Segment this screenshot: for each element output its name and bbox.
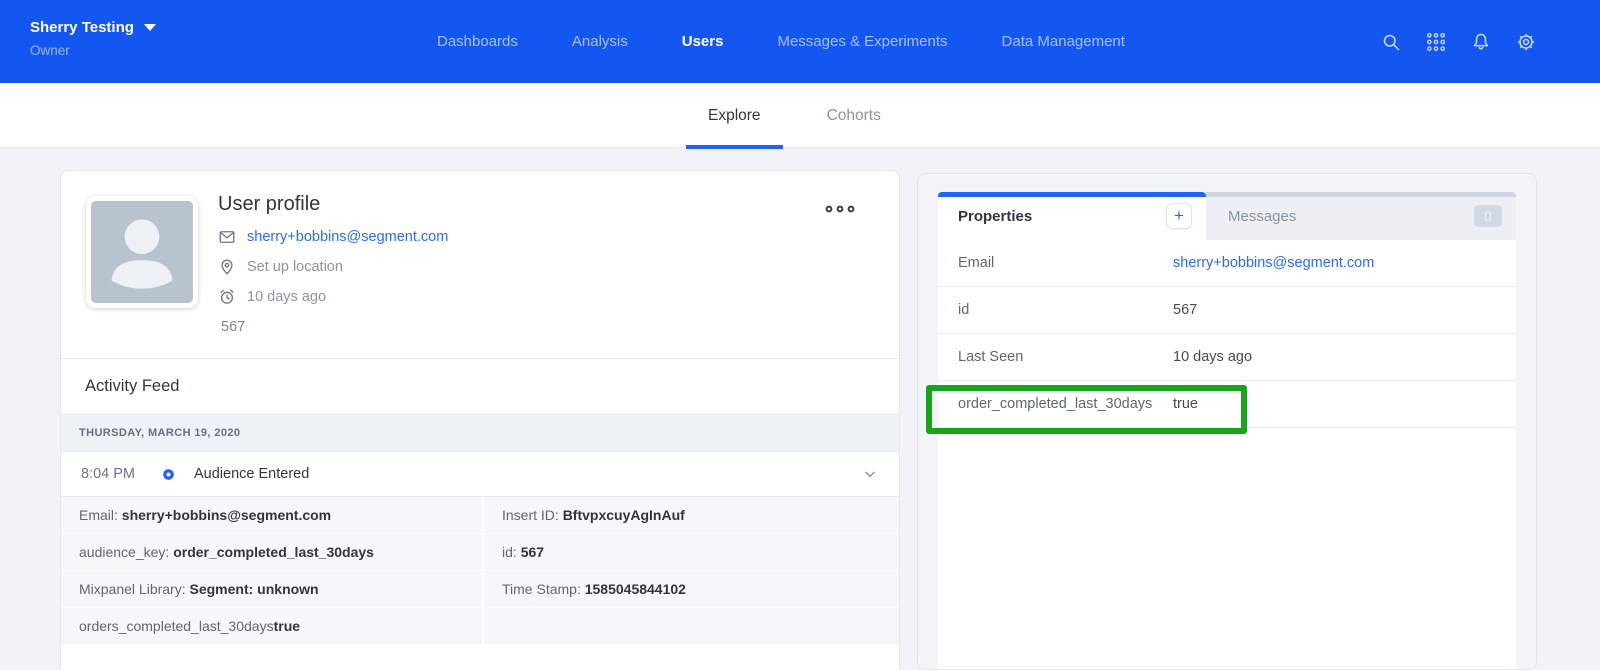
nav-item-users[interactable]: Users <box>682 33 724 50</box>
event-detail-timestamp: Time Stamp: 1585045844102 <box>484 571 899 607</box>
activity-feed-header: Activity Feed <box>61 359 899 415</box>
inactive-tab-top-bar <box>1206 192 1516 197</box>
apps-grid-icon[interactable] <box>1426 32 1446 52</box>
messages-count-badge: 0 <box>1474 205 1502 227</box>
nav-icon-group <box>1381 0 1536 83</box>
property-label: Email <box>938 255 1173 271</box>
properties-panel: Properties + Messages 0 Email sherry+bob… <box>917 173 1537 670</box>
event-detail-email: Email: sherry+bobbins@segment.com <box>61 497 482 533</box>
secondary-tab-bar: Explore Cohorts <box>0 83 1600 148</box>
nav-item-dashboards[interactable]: Dashboards <box>437 33 518 50</box>
tab-properties[interactable]: Properties + <box>938 192 1206 240</box>
nav-item-analysis[interactable]: Analysis <box>572 33 628 50</box>
nav-item-messages-experiments[interactable]: Messages & Experiments <box>777 33 947 50</box>
property-label: order_completed_last_30days <box>938 396 1173 412</box>
profile-header-section: User profile sherry+bobbins@segment.com <box>61 171 899 359</box>
event-detail-audience-key: audience_key: order_completed_last_30day… <box>61 534 482 570</box>
set-up-location-link[interactable]: Set up location <box>247 259 343 275</box>
event-detail-orders-completed: orders_completed_last_30daystrue <box>61 608 482 644</box>
property-row-last-seen: Last Seen 10 days ago <box>938 334 1516 381</box>
property-row-email: Email sherry+bobbins@segment.com <box>938 240 1516 287</box>
settings-gear-icon[interactable] <box>1516 32 1536 52</box>
profile-location-row: Set up location <box>218 258 448 276</box>
property-row-order-completed: order_completed_last_30days true <box>938 381 1516 428</box>
tab-messages[interactable]: Messages 0 <box>1206 192 1516 240</box>
user-profile-card: User profile sherry+bobbins@segment.com <box>60 170 900 670</box>
active-tab-underline <box>686 145 783 149</box>
avatar <box>86 196 198 308</box>
properties-table: Email sherry+bobbins@segment.com id 567 … <box>938 240 1516 669</box>
chevron-down-icon <box>144 24 156 31</box>
tab-cohorts-label: Cohorts <box>827 107 881 125</box>
event-detail-empty <box>484 608 899 644</box>
alarm-clock-icon <box>218 288 236 306</box>
event-name: Audience Entered <box>194 466 309 482</box>
property-row-id: id 567 <box>938 287 1516 334</box>
more-options-icon[interactable] <box>825 201 855 219</box>
event-detail-insert-id: Insert ID: BftvpxcuyAgInAuf <box>484 497 899 533</box>
property-value: true <box>1173 396 1198 412</box>
tab-explore[interactable]: Explore <box>686 83 783 148</box>
activity-event-row[interactable]: 8:04 PM Audience Entered <box>61 452 899 497</box>
property-value: 567 <box>1173 302 1197 318</box>
event-detail-mixpanel-library: Mixpanel Library: Segment: unknown <box>61 571 482 607</box>
envelope-icon <box>218 228 236 246</box>
page-title-user-profile: User profile <box>218 193 448 216</box>
workspace-role: Owner <box>30 43 156 58</box>
tab-messages-label: Messages <box>1228 208 1296 225</box>
workspace-switcher[interactable]: Sherry Testing Owner <box>30 19 156 58</box>
event-detail-id: id: 567 <box>484 534 899 570</box>
profile-email-link[interactable]: sherry+bobbins@segment.com <box>247 229 448 245</box>
activity-feed-title: Activity Feed <box>85 377 179 396</box>
property-label: id <box>938 302 1173 318</box>
nav-item-data-management[interactable]: Data Management <box>1002 33 1125 50</box>
activity-date-header: THURSDAY, MARCH 19, 2020 <box>61 415 899 452</box>
profile-last-seen: 10 days ago <box>247 289 326 305</box>
event-details-table: Email: sherry+bobbins@segment.com Insert… <box>61 497 899 644</box>
profile-email-row: sherry+bobbins@segment.com <box>218 228 448 246</box>
properties-tab-bar: Properties + Messages 0 <box>938 192 1516 240</box>
primary-nav: Dashboards Analysis Users Messages & Exp… <box>437 0 1125 83</box>
search-icon[interactable] <box>1381 32 1401 52</box>
event-time: 8:04 PM <box>81 466 161 482</box>
collapse-chevron-icon[interactable] <box>863 467 877 481</box>
profile-last-seen-row: 10 days ago <box>218 288 448 306</box>
profile-id: 567 <box>218 319 448 335</box>
property-value-email-link[interactable]: sherry+bobbins@segment.com <box>1173 255 1374 271</box>
location-pin-icon <box>218 258 236 276</box>
tab-cohorts[interactable]: Cohorts <box>805 83 903 148</box>
property-label: Last Seen <box>938 349 1173 365</box>
notifications-bell-icon[interactable] <box>1471 32 1491 52</box>
top-navigation-bar: Sherry Testing Owner Dashboards Analysis… <box>0 0 1600 83</box>
add-property-button[interactable]: + <box>1166 203 1192 229</box>
event-marker-icon <box>161 467 176 482</box>
tab-properties-label: Properties <box>958 208 1032 225</box>
active-tab-top-bar <box>938 192 1206 197</box>
workspace-name: Sherry Testing <box>30 19 134 36</box>
tab-explore-label: Explore <box>708 107 761 125</box>
activity-date-label: THURSDAY, MARCH 19, 2020 <box>79 427 240 439</box>
property-value: 10 days ago <box>1173 349 1252 365</box>
